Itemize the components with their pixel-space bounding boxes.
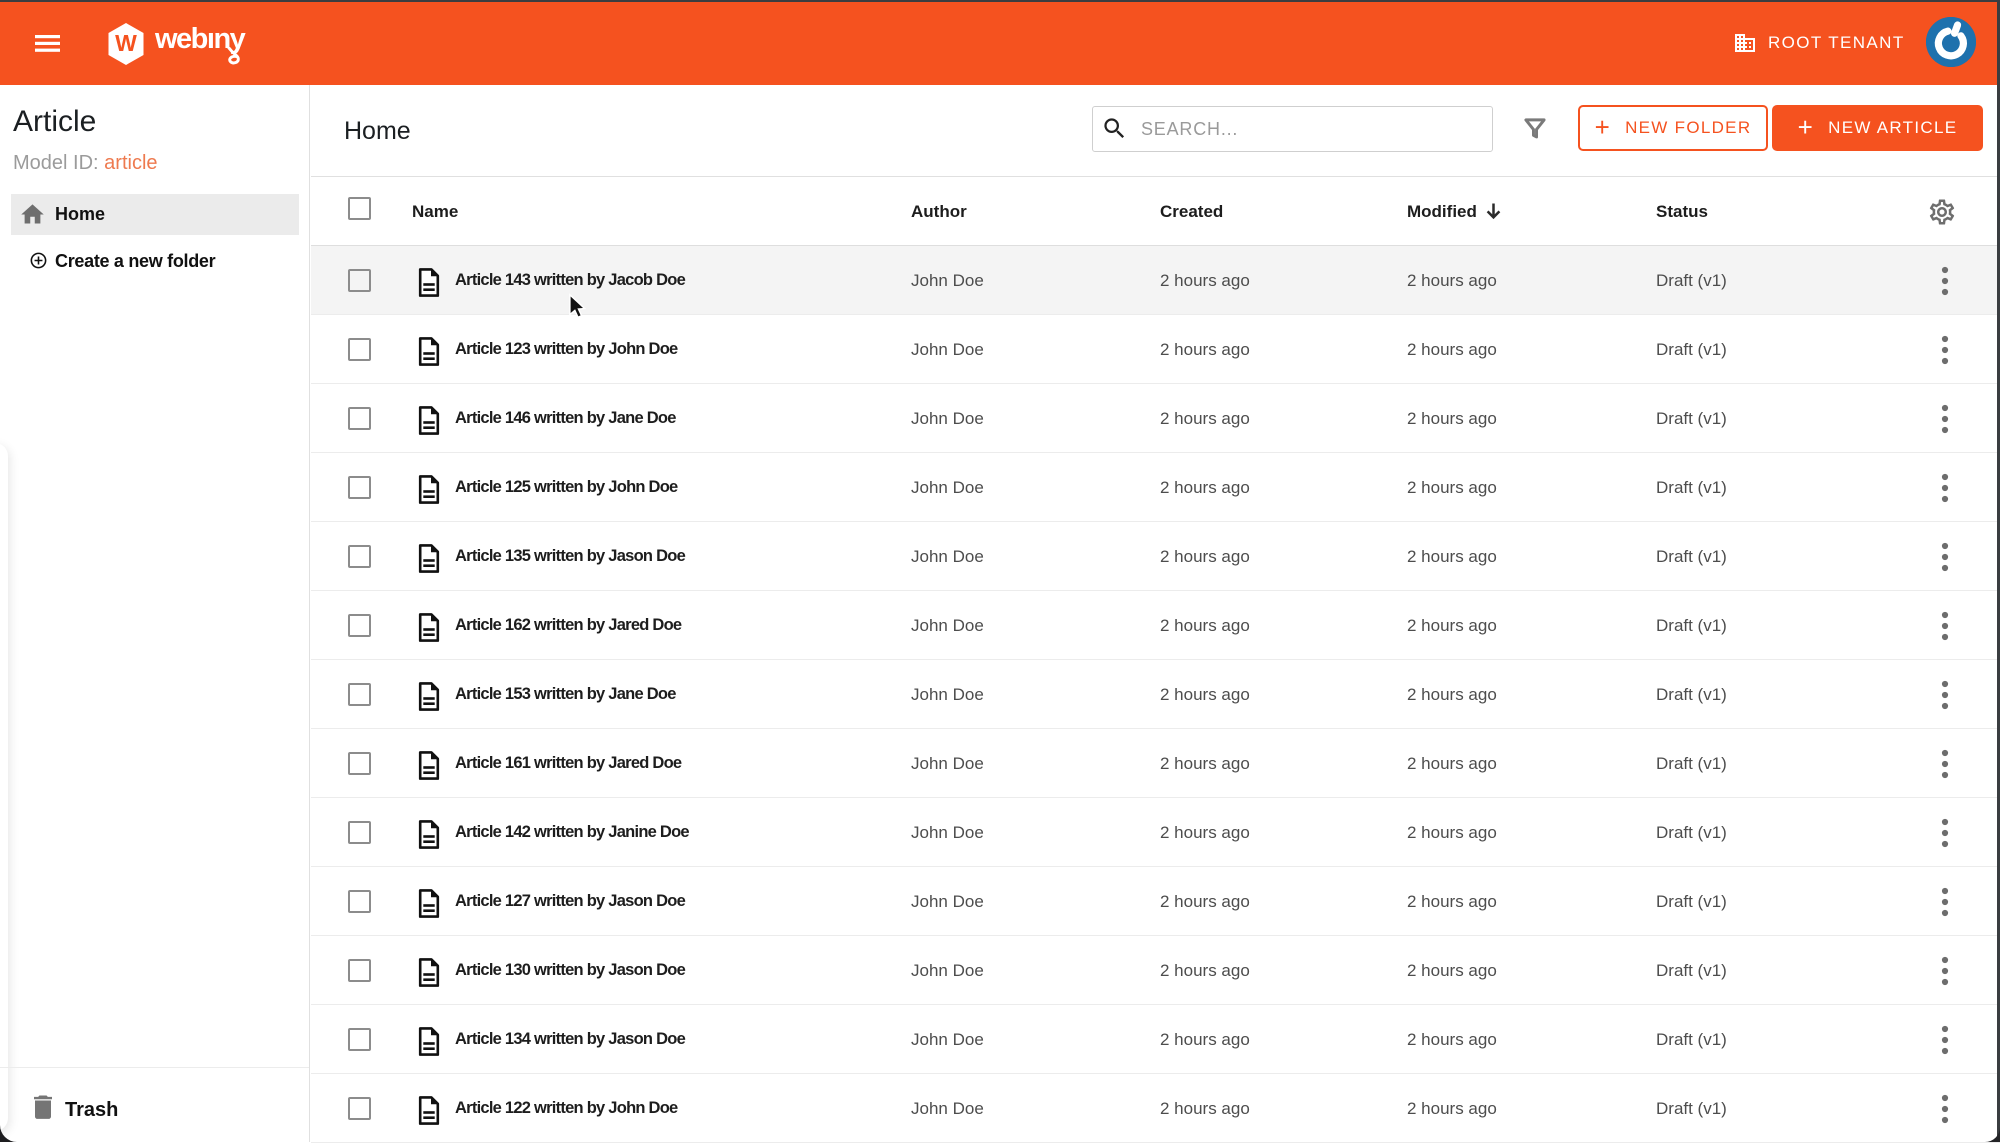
svg-text:W: W	[115, 30, 137, 56]
